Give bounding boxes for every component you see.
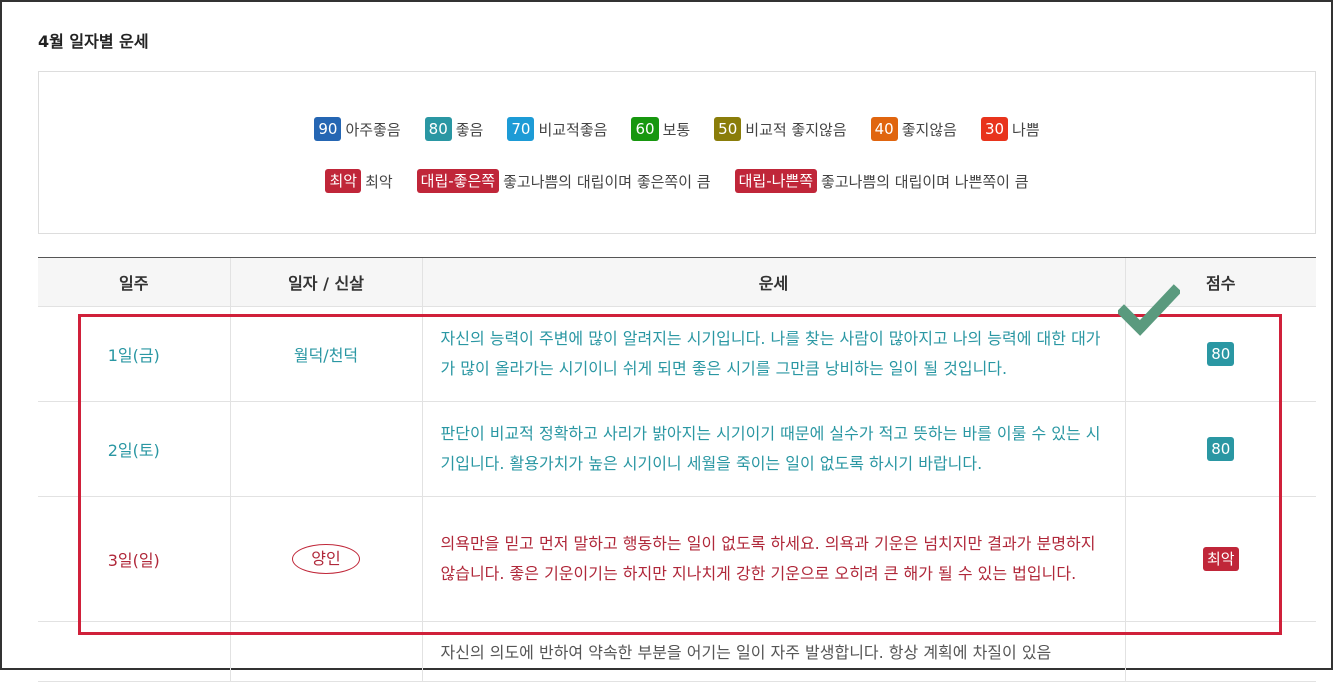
table-row: 2일(토) 판단이 비교적 정확하고 사리가 밝아지는 시기이기 때문에 실수가… — [38, 401, 1316, 497]
score-badge: 60 — [631, 117, 659, 141]
legend-label: 좋고나쁨의 대립이며 나쁜쪽이 큼 — [821, 172, 1029, 191]
fortune-text: 판단이 비교적 정확하고 사리가 밝아지는 시기이기 때문에 실수가 적고 뜻하… — [421, 401, 1125, 497]
legend-row-special: 최악 최악 대립-좋은쪽 좋고나쁨의 대립이며 좋은쪽이 큼 대립-나쁜쪽 좋고… — [39, 169, 1315, 193]
day-cell: 1일(금) — [38, 306, 230, 402]
score-badge: 최악 — [325, 169, 362, 193]
legend-item-50: 50 비교적 좋지않음 — [714, 117, 847, 141]
shinsal-cell: 양인 — [229, 496, 422, 622]
legend-row-scores: 90 아주좋음 80 좋음 70 비교적좋음 60 보통 50 비교적 좋지않음… — [39, 117, 1315, 141]
legend-label: 최악 — [365, 172, 393, 191]
legend-label: 비교적좋음 — [538, 120, 608, 139]
legend-item-80: 80 좋음 — [424, 117, 484, 141]
legend-label: 좋음 — [455, 120, 484, 139]
legend-item-conflict-good: 대립-좋은쪽 좋고나쁨의 대립이며 좋은쪽이 큼 — [416, 169, 711, 193]
score-cell — [1124, 621, 1316, 682]
score-badge: 50 — [714, 117, 742, 141]
legend-item-40: 40 좋지않음 — [870, 117, 957, 141]
checkmark-icon — [1118, 284, 1180, 336]
legend-item-conflict-bad: 대립-나쁜쪽 좋고나쁨의 대립이며 나쁜쪽이 큼 — [734, 169, 1029, 193]
shinsal-cell — [229, 401, 422, 497]
column-header-date-shinsal: 일자 / 신살 — [229, 257, 422, 307]
day-cell: 3일(일) — [38, 496, 230, 622]
legend-label: 비교적 좋지않음 — [745, 120, 847, 139]
legend-label: 좋지않음 — [901, 120, 957, 139]
legend-label: 좋고나쁨의 대립이며 좋은쪽이 큼 — [503, 172, 711, 191]
score-cell: 80 — [1124, 401, 1316, 497]
score-badge: 대립-좋은쪽 — [416, 169, 500, 193]
shinsal-cell — [229, 621, 422, 682]
legend-label: 보통 — [662, 120, 691, 139]
table-row: 3일(일) 양인 의욕만을 믿고 먼저 말하고 행동하는 일이 없도록 하세요.… — [38, 496, 1316, 622]
score-badge: 80 — [1207, 342, 1235, 366]
score-badge: 90 — [314, 117, 342, 141]
score-badge: 70 — [507, 117, 535, 141]
fortune-text: 자신의 능력이 주변에 많이 알려지는 시기입니다. 나를 찾는 사람이 많아지… — [421, 306, 1125, 402]
legend-box: 90 아주좋음 80 좋음 70 비교적좋음 60 보통 50 비교적 좋지않음… — [38, 71, 1316, 234]
score-badge: 80 — [424, 117, 452, 141]
shinsal-cell: 월덕/천덕 — [229, 306, 422, 402]
legend-item-30: 30 나쁨 — [980, 117, 1040, 141]
table-row: 자신의 의도에 반하여 약속한 부분을 어기는 일이 자주 발생합니다. 항상 … — [38, 621, 1316, 682]
day-cell — [38, 621, 230, 682]
legend-label: 나쁨 — [1012, 120, 1040, 139]
column-header-day: 일주 — [38, 257, 230, 307]
score-badge: 80 — [1207, 437, 1235, 461]
legend-label: 아주좋음 — [345, 120, 401, 139]
score-badge: 30 — [980, 117, 1009, 141]
legend-item-worst: 최악 최악 — [325, 169, 393, 193]
column-header-fortune: 운세 — [421, 257, 1125, 307]
score-badge: 40 — [870, 117, 898, 141]
shinsal-circled-label: 양인 — [292, 544, 360, 574]
score-badge: 대립-나쁜쪽 — [734, 169, 818, 193]
score-badge: 최악 — [1202, 547, 1239, 571]
fortune-text: 자신의 의도에 반하여 약속한 부분을 어기는 일이 자주 발생합니다. 항상 … — [421, 621, 1125, 682]
page-title: 4월 일자별 운세 — [38, 32, 149, 51]
legend-item-70: 70 비교적좋음 — [507, 117, 607, 141]
day-cell: 2일(토) — [38, 401, 230, 497]
score-cell: 최악 — [1124, 496, 1316, 622]
legend-item-60: 60 보통 — [631, 117, 690, 141]
fortune-text: 의욕만을 믿고 먼저 말하고 행동하는 일이 없도록 하세요. 의욕과 기운은 … — [421, 496, 1125, 622]
legend-item-90: 90 아주좋음 — [314, 117, 401, 141]
